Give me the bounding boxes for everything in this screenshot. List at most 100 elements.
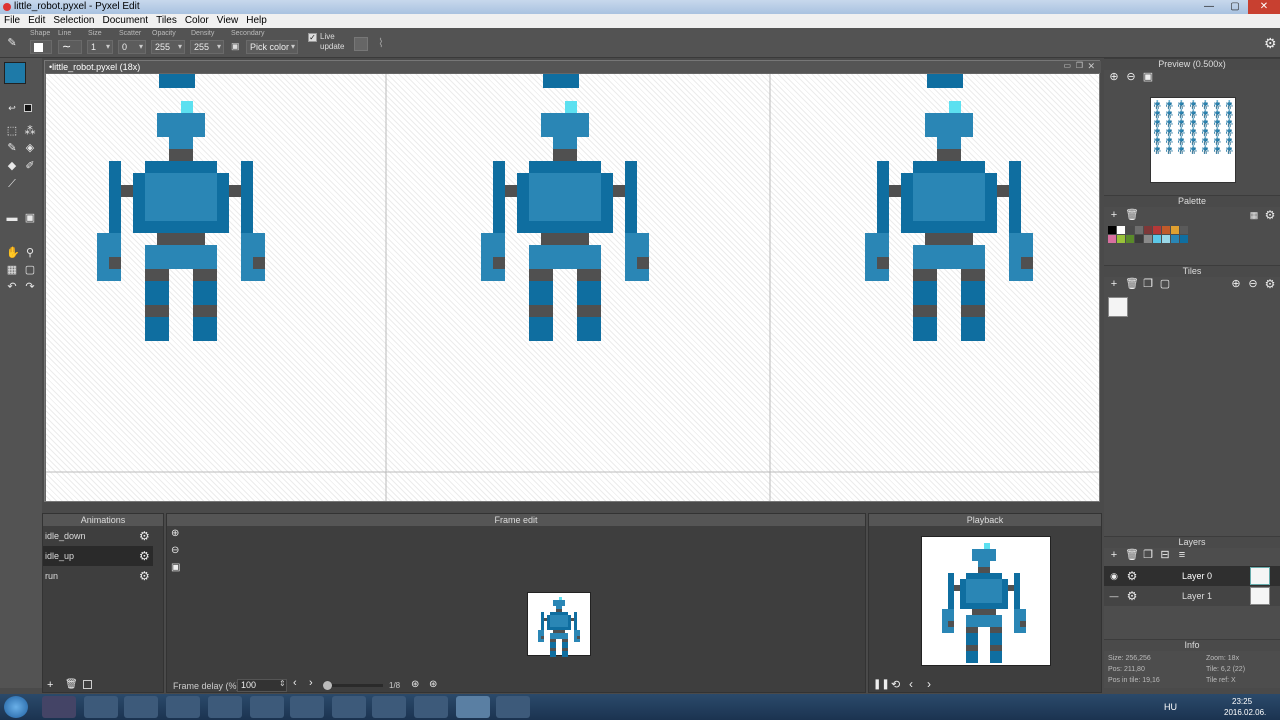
pyxel-edit-heart-icon[interactable] [456,696,490,718]
layer-merge-icon[interactable]: ⊟ [1159,549,1171,561]
canvas-tab[interactable]: •little_robot.pyxel (18x) ▭ ❐ ✕ [45,61,1101,73]
secondary-dropdown[interactable]: Pick color [246,40,298,54]
select-rect-icon[interactable]: ⬚ [6,125,18,137]
palette-swatch[interactable] [1117,226,1125,234]
app-icon[interactable] [414,696,448,718]
tiles-add-icon[interactable]: + [1108,278,1120,290]
preview-zoom-in-icon[interactable]: ⊕ [1108,71,1120,83]
playback-prev-icon[interactable]: ‹ [909,677,913,691]
fill-bucket-icon[interactable]: ◆ [6,160,18,172]
prev-frame-icon[interactable]: ‹ [293,677,297,689]
preview-thumbnail[interactable] [1150,97,1236,183]
save-icon[interactable] [250,696,284,718]
animation-gear-icon[interactable]: ⚙ [139,546,150,566]
palette-swatch[interactable] [1126,226,1134,234]
next-frame-icon[interactable]: › [309,677,313,689]
tiles-zoom-in-icon[interactable]: ⊕ [1230,278,1242,290]
pixel-perfect-toggle[interactable] [354,37,368,51]
menu-tiles[interactable]: Tiles [152,14,181,27]
default-colors-icon[interactable] [24,104,32,112]
palette-swatch[interactable] [1117,235,1125,243]
menu-color[interactable]: Color [181,14,213,27]
opacity-dropdown[interactable]: 255 [151,40,185,54]
live-update-checkbox[interactable]: ✓ [308,33,317,42]
menu-file[interactable]: File [0,14,24,27]
palette-swatch[interactable] [1180,226,1188,234]
visibility-hidden-icon[interactable]: — [1108,590,1120,602]
pixel-canvas[interactable] [46,74,1099,501]
layer-add-icon[interactable]: + [1108,549,1120,561]
density-dropdown[interactable]: 255 [190,40,224,54]
animation-gear-icon[interactable]: ⚙ [139,526,150,546]
shape-dropdown[interactable] [30,40,52,54]
palette-swatch[interactable] [1144,235,1152,243]
palette-settings-gear-icon[interactable]: ⚙ [1264,209,1276,221]
zoom-icon[interactable]: ⚲ [24,247,36,259]
terminal-icon[interactable] [372,696,406,718]
palette-swatch[interactable] [1126,235,1134,243]
brush-icon[interactable]: ✐ [24,160,36,172]
palette-swatch[interactable] [1162,235,1170,243]
playback-next-icon[interactable]: › [927,677,931,691]
layer-delete-icon[interactable]: 🗑 [1125,549,1139,561]
symmetry-icon[interactable]: ⌇ [378,36,384,50]
tiles-delete-icon[interactable]: 🗑 [1125,278,1139,290]
menu-help[interactable]: Help [242,14,271,27]
primary-color-swatch[interactable] [4,62,26,84]
language-indicator[interactable]: HU [1164,702,1177,712]
canvas-restore-icon[interactable]: ❐ [1076,61,1083,70]
layer-flatten-icon[interactable]: ≡ [1176,549,1188,561]
eyedropper-icon[interactable]: ⟋ [6,178,18,190]
file-icon[interactable] [124,696,158,718]
menu-document[interactable]: Document [99,14,153,27]
tile-stamp-icon[interactable]: ▬ [6,212,18,224]
folder-icon[interactable] [208,696,242,718]
tiles-new-icon[interactable]: ▢ [1159,278,1171,290]
palette-swatch[interactable] [1153,226,1161,234]
console-icon[interactable] [166,696,200,718]
undo-icon[interactable]: ↶ [6,281,18,293]
loop-icon[interactable]: ⟲ [891,678,900,691]
animation-item[interactable]: run ⚙ [43,566,153,586]
canvas-close-icon[interactable]: ✕ [1087,61,1095,72]
redo-icon[interactable]: ↷ [24,281,36,293]
layer-duplicate-icon[interactable]: ❐ [1142,549,1154,561]
frame-slider[interactable] [323,681,383,690]
clock-date[interactable]: 2016.02.06. [1224,708,1266,717]
swap-colors-icon[interactable]: ↩ [6,102,18,114]
minimize-button[interactable]: — [1196,0,1222,14]
add-frame-icon[interactable]: ⊛ [411,679,419,690]
palette-swatch[interactable] [1171,235,1179,243]
tiles-settings-gear-icon[interactable]: ⚙ [1264,278,1276,290]
tile-select-icon[interactable]: ▣ [24,212,36,224]
palette-swatch[interactable] [1162,226,1170,234]
frame-icon[interactable]: ▢ [24,264,36,276]
layer-settings-gear-icon[interactable]: ⚙ [1126,570,1138,582]
line-dropdown[interactable]: ∼ [58,40,82,54]
palette-swatch[interactable] [1108,226,1116,234]
animation-new-icon[interactable] [83,680,92,689]
editor-icon[interactable] [332,696,366,718]
animation-gear-icon[interactable]: ⚙ [139,566,150,586]
palette-add-icon[interactable]: + [1108,209,1120,221]
grid-icon[interactable]: ▦ [6,264,18,276]
layer-row-1[interactable]: — ⚙ Layer 1 [1104,586,1280,606]
clock-time[interactable]: 23:25 [1232,697,1252,706]
palette-swatch[interactable] [1108,235,1116,243]
remove-frame-icon[interactable]: ⊛ [429,679,437,690]
palette-delete-icon[interactable]: 🗑 [1125,209,1139,221]
current-frame-thumbnail[interactable] [527,592,591,657]
pencil-tool-icon[interactable]: ✎ [6,142,18,154]
eraser-icon[interactable]: ◈ [24,142,36,154]
palette-swatch[interactable] [1153,235,1161,243]
pause-icon[interactable]: ❚❚ [873,679,890,690]
layer-settings-gear-icon[interactable]: ⚙ [1126,590,1138,602]
layer-row-0[interactable]: ◉ ⚙ Layer 0 [1104,566,1280,586]
frame-fit-icon[interactable]: ▣ [171,562,180,573]
start-button-icon[interactable] [4,696,28,718]
frame-zoom-out-icon[interactable]: ⊖ [171,545,179,556]
chrome-icon[interactable] [84,696,118,718]
palette-swatch[interactable] [1135,235,1143,243]
preview-fit-icon[interactable]: ▣ [1142,71,1154,83]
canvas-minimize-icon[interactable]: ▭ [1063,61,1071,70]
